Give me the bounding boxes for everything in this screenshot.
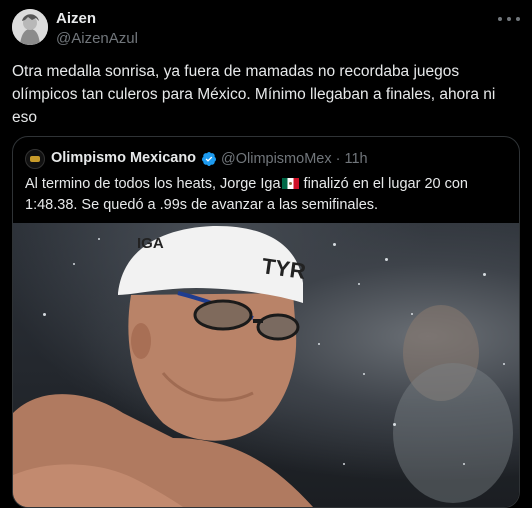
water-drop xyxy=(393,423,396,426)
quoted-media-photo[interactable]: IGA TYR xyxy=(13,223,519,507)
water-drop xyxy=(483,273,486,276)
water-drop xyxy=(73,263,75,265)
quoted-avatar[interactable] xyxy=(25,149,45,169)
water-drop xyxy=(43,313,46,316)
water-drop xyxy=(463,463,465,465)
more-dot xyxy=(507,17,511,21)
quoted-handle[interactable]: @OlimpismoMex xyxy=(221,151,332,167)
mexico-flag-icon xyxy=(281,178,299,189)
author-handle[interactable]: @AizenAzul xyxy=(56,30,138,47)
more-dot xyxy=(498,17,502,21)
water-drop xyxy=(318,343,320,345)
water-drop xyxy=(333,243,336,246)
olympic-logo-icon xyxy=(30,156,40,162)
meta-separator: · xyxy=(335,151,341,167)
water-drop xyxy=(358,283,360,285)
water-drop xyxy=(363,373,365,375)
author-display-name[interactable]: Aizen xyxy=(56,10,96,27)
quoted-time[interactable]: 11h xyxy=(345,151,368,167)
quoted-meta: @OlimpismoMex · 11h xyxy=(221,151,368,167)
water-drop xyxy=(98,238,100,240)
more-options-icon[interactable] xyxy=(498,12,520,26)
quoted-display-name[interactable]: Olimpismo Mexicano xyxy=(51,150,196,166)
quoted-text-part1: Al termino de todos los heats, Jorge Iga xyxy=(25,176,281,192)
water-drop xyxy=(411,313,413,315)
tweet-text: Otra medalla sonrisa, ya fuera de mamada… xyxy=(12,63,496,126)
quoted-tweet[interactable]: Olimpismo Mexicano @OlimpismoMex · 11h A… xyxy=(12,136,520,508)
water-drop xyxy=(343,463,345,465)
water-drop xyxy=(385,258,388,261)
cap-text-left: IGA xyxy=(137,235,164,252)
quoted-text: Al termino de todos los heats, Jorge Iga… xyxy=(25,174,509,216)
avatar-image xyxy=(12,9,48,45)
water-drop xyxy=(503,363,505,365)
verified-badge-icon xyxy=(202,152,216,166)
swimmer-photo: IGA TYR xyxy=(13,225,513,507)
author-avatar[interactable] xyxy=(12,9,48,45)
more-dot xyxy=(516,17,520,21)
